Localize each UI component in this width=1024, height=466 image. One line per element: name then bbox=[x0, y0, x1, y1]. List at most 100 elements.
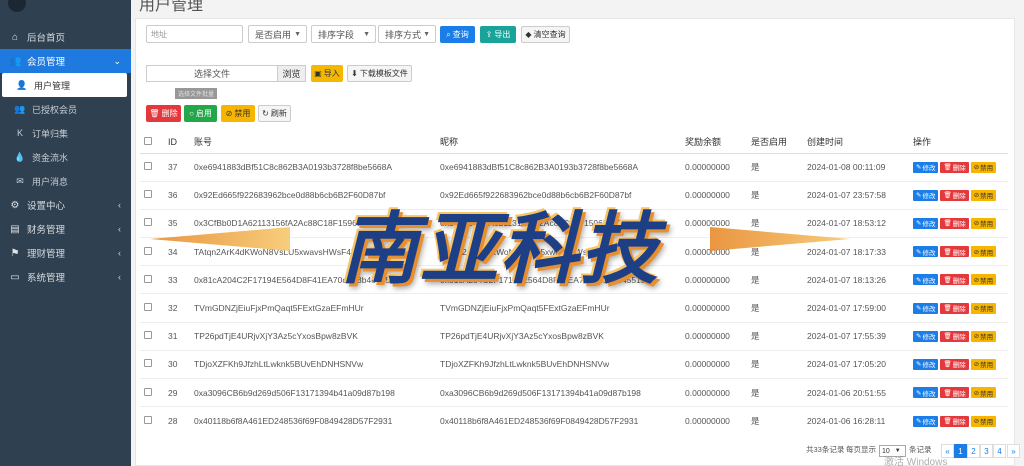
bulk-delete-button[interactable]: 🗑 删除 bbox=[146, 105, 181, 122]
cell-balance: 0.00000000 bbox=[681, 293, 747, 323]
pencil-icon: ✎ bbox=[916, 418, 922, 426]
cell-account: TVmGDNZjEiuFjxPmQaqt5FExtGzaEFmHUr bbox=[190, 293, 436, 323]
sidebar-item[interactable]: ▭ 系统管理 ‹ bbox=[0, 265, 131, 289]
select-all-checkbox[interactable] bbox=[144, 136, 152, 145]
row-actions: ✎ 修改 🗑 删除 ⊘ 禁用 bbox=[913, 330, 1008, 342]
download-template-label: 下载模板文件 bbox=[359, 69, 408, 78]
edit-button[interactable]: ✎ 修改 bbox=[913, 415, 939, 427]
search-button[interactable]: ⌕ 查询 bbox=[440, 26, 475, 43]
row-checkbox[interactable] bbox=[144, 387, 152, 396]
sidebar-nav: ⌂ 后台首页 👥 会员管理 ⌄ 👤 用户管理 👥 已授权会员 K 订单归集 💧 资金流水 ✉ 用户消息 ⚙ 设置… bbox=[0, 25, 131, 289]
cell-enabled: 是 bbox=[747, 377, 803, 407]
edit-button[interactable]: ✎ 修改 bbox=[913, 302, 939, 314]
delete-button[interactable]: 🗑 删除 bbox=[940, 246, 969, 258]
delete-button[interactable]: 🗑 删除 bbox=[940, 387, 969, 399]
row-checkbox[interactable] bbox=[144, 162, 152, 171]
row-checkbox[interactable] bbox=[144, 416, 152, 425]
address-input[interactable]: 地址 bbox=[146, 25, 243, 43]
sidebar-item[interactable]: 👥 会员管理 ⌄ bbox=[0, 49, 131, 73]
sidebar-item[interactable]: 👤 用户管理 bbox=[2, 73, 127, 97]
pencil-icon: ✎ bbox=[916, 305, 922, 313]
export-button[interactable]: ⇪ 导出 bbox=[480, 26, 516, 43]
edit-button[interactable]: ✎ 修改 bbox=[913, 358, 939, 370]
ban-button[interactable]: ⊘ 禁用 bbox=[970, 302, 997, 314]
download-template-button[interactable]: ⬇ 下载模板文件 bbox=[347, 65, 412, 82]
enabled-select[interactable]: 是否启用 ▼ bbox=[248, 25, 307, 43]
bulk-enable-button[interactable]: ○ 启用 bbox=[184, 105, 217, 122]
users-icon: 👥 bbox=[14, 103, 26, 114]
page-number[interactable]: 3 bbox=[980, 444, 993, 458]
cell-ops: ✎ 修改 🗑 删除 ⊘ 禁用 bbox=[909, 321, 1008, 351]
ban-button[interactable]: ⊘ 禁用 bbox=[970, 330, 997, 342]
delete-button[interactable]: 🗑 删除 bbox=[940, 302, 969, 314]
delete-button[interactable]: 🗑 删除 bbox=[940, 217, 969, 229]
edit-button[interactable]: ✎ 修改 bbox=[913, 161, 939, 173]
cell-created: 2024-01-07 23:57:58 bbox=[803, 180, 909, 210]
ban-button[interactable]: ⊘ 禁用 bbox=[970, 217, 997, 229]
delete-button[interactable]: 🗑 删除 bbox=[940, 330, 969, 342]
sidebar-item[interactable]: ⚑ 理财管理 ‹ bbox=[0, 241, 131, 265]
ban-button[interactable]: ⊘ 禁用 bbox=[970, 387, 997, 399]
envelope-icon: ✉ bbox=[16, 175, 24, 186]
sort-order-select[interactable]: 排序方式 ▼ bbox=[378, 25, 436, 43]
row-checkbox[interactable] bbox=[144, 274, 152, 283]
cell-account: 0x3CfBb0D1A62113156fA2Ac88C18F15968750D0… bbox=[190, 208, 436, 238]
ban-button[interactable]: ⊘ 禁用 bbox=[970, 189, 997, 201]
sidebar-item[interactable]: ▤ 财务管理 ‹ bbox=[0, 217, 131, 241]
ban-button-label: 禁用 bbox=[980, 165, 994, 173]
chevron-down-icon: ⌄ bbox=[113, 55, 121, 66]
sidebar-item[interactable]: ⌂ 后台首页 bbox=[0, 25, 131, 49]
page-number[interactable]: 2 bbox=[967, 444, 980, 458]
delete-button[interactable]: 🗑 删除 bbox=[940, 415, 969, 427]
row-checkbox[interactable] bbox=[144, 190, 152, 199]
ban-button[interactable]: ⊘ 禁用 bbox=[970, 246, 997, 258]
ban-button[interactable]: ⊘ 禁用 bbox=[970, 358, 997, 370]
page-next[interactable]: » bbox=[1007, 444, 1020, 458]
delete-button[interactable]: 🗑 删除 bbox=[940, 274, 969, 286]
delete-button[interactable]: 🗑 删除 bbox=[940, 189, 969, 201]
edit-button[interactable]: ✎ 修改 bbox=[913, 330, 939, 342]
edit-button[interactable]: ✎ 修改 bbox=[913, 189, 939, 201]
ban-icon: ⊘ bbox=[973, 333, 980, 341]
edit-button[interactable]: ✎ 修改 bbox=[913, 387, 939, 399]
refresh-label: 刷新 bbox=[270, 109, 287, 118]
edit-button[interactable]: ✎ 修改 bbox=[913, 217, 939, 229]
file-chooser[interactable]: 选择文件 浏览 bbox=[146, 65, 306, 82]
browse-button[interactable]: 浏览 bbox=[277, 66, 305, 81]
edit-button[interactable]: ✎ 修改 bbox=[913, 274, 939, 286]
edit-button[interactable]: ✎ 修改 bbox=[913, 246, 939, 258]
ban-button[interactable]: ⊘ 禁用 bbox=[970, 161, 997, 173]
bulk-disable-button[interactable]: ⊘ 禁用 bbox=[221, 105, 255, 122]
file-tooltip: 选择文件批量 bbox=[175, 88, 218, 99]
trash-icon: 🗑 bbox=[943, 192, 952, 200]
sidebar-item[interactable]: K 订单归集 bbox=[0, 121, 131, 145]
import-button[interactable]: ▣ 导入 bbox=[311, 65, 343, 82]
row-checkbox[interactable] bbox=[144, 246, 152, 255]
clear-search-button[interactable]: ◆ 清空查询 bbox=[521, 26, 570, 43]
row-checkbox[interactable] bbox=[144, 303, 152, 312]
sidebar-item[interactable]: ⚙ 设置中心 ‹ bbox=[0, 193, 131, 217]
page-number[interactable]: 1 bbox=[954, 444, 967, 458]
ban-button[interactable]: ⊘ 禁用 bbox=[970, 274, 997, 286]
delete-button[interactable]: 🗑 删除 bbox=[940, 161, 969, 173]
sidebar-item[interactable]: 💧 资金流水 bbox=[0, 145, 131, 169]
cell-created: 2024-01-08 00:11:09 bbox=[803, 152, 909, 182]
pencil-icon: ✎ bbox=[916, 248, 922, 256]
edit-button-label: 修改 bbox=[922, 249, 936, 257]
cell-id: 34 bbox=[164, 237, 190, 266]
pencil-icon: ✎ bbox=[916, 192, 922, 200]
delete-button-label: 删除 bbox=[952, 193, 966, 201]
row-checkbox[interactable] bbox=[144, 331, 152, 340]
page-number[interactable]: 4 bbox=[993, 444, 1006, 458]
desktop-icon: ▭ bbox=[10, 271, 20, 283]
cell-nickname: 0x92Ed665f922683962bce0d88b6cb6B2F60D87b… bbox=[436, 180, 681, 210]
row-checkbox[interactable] bbox=[144, 218, 152, 227]
trash-icon: 🗑 bbox=[943, 418, 952, 426]
sidebar-item[interactable]: ✉ 用户消息 bbox=[0, 169, 131, 193]
refresh-button[interactable]: ↻ 刷新 bbox=[258, 105, 291, 122]
sidebar-item[interactable]: 👥 已授权会员 bbox=[0, 97, 131, 121]
row-checkbox[interactable] bbox=[144, 359, 152, 368]
delete-button[interactable]: 🗑 删除 bbox=[940, 358, 969, 370]
ban-button[interactable]: ⊘ 禁用 bbox=[970, 415, 997, 427]
sort-field-select[interactable]: 排序字段 ▼ bbox=[311, 25, 376, 43]
